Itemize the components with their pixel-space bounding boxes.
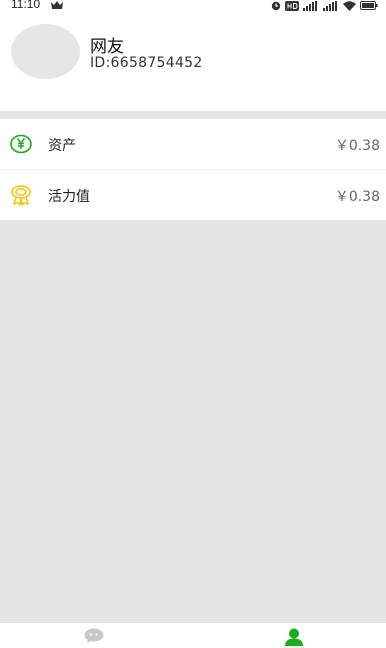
hd-icon bbox=[285, 0, 299, 11]
menu-list: 资产 ￥0.38 活力值 ￥0.38 bbox=[0, 119, 386, 220]
chat-bubble-icon bbox=[84, 628, 104, 643]
avatar[interactable] bbox=[11, 24, 80, 79]
nav-item-me[interactable] bbox=[264, 623, 324, 648]
list-item-value: ￥0.38 bbox=[334, 138, 380, 154]
status-icons bbox=[271, 0, 378, 11]
yuan-circle-icon bbox=[10, 134, 32, 154]
user-id: ID:6658754452 bbox=[90, 55, 203, 71]
signal-4g-icon bbox=[323, 0, 337, 11]
status-time: 11:10 bbox=[11, 0, 41, 11]
bottom-nav bbox=[0, 622, 386, 648]
profile-header[interactable]: 网友 ID:6658754452 bbox=[0, 12, 386, 111]
battery-icon bbox=[360, 1, 378, 10]
crown-icon bbox=[51, 1, 63, 9]
status-bar: 11:10 bbox=[0, 0, 386, 12]
person-icon bbox=[285, 628, 303, 646]
list-item-assets[interactable]: 资产 ￥0.38 bbox=[0, 119, 386, 169]
medal-icon bbox=[11, 185, 31, 206]
nav-item-chat[interactable] bbox=[65, 623, 125, 648]
list-item-vitality[interactable]: 活力值 ￥0.38 bbox=[0, 169, 386, 220]
signal-5g-icon bbox=[303, 0, 317, 11]
list-item-label: 资产 bbox=[48, 138, 76, 154]
nickname: 网友 bbox=[90, 37, 124, 57]
wifi-icon bbox=[343, 0, 356, 11]
list-item-value: ￥0.38 bbox=[334, 189, 380, 205]
alarm-icon bbox=[271, 1, 281, 10]
list-item-label: 活力值 bbox=[48, 189, 90, 205]
